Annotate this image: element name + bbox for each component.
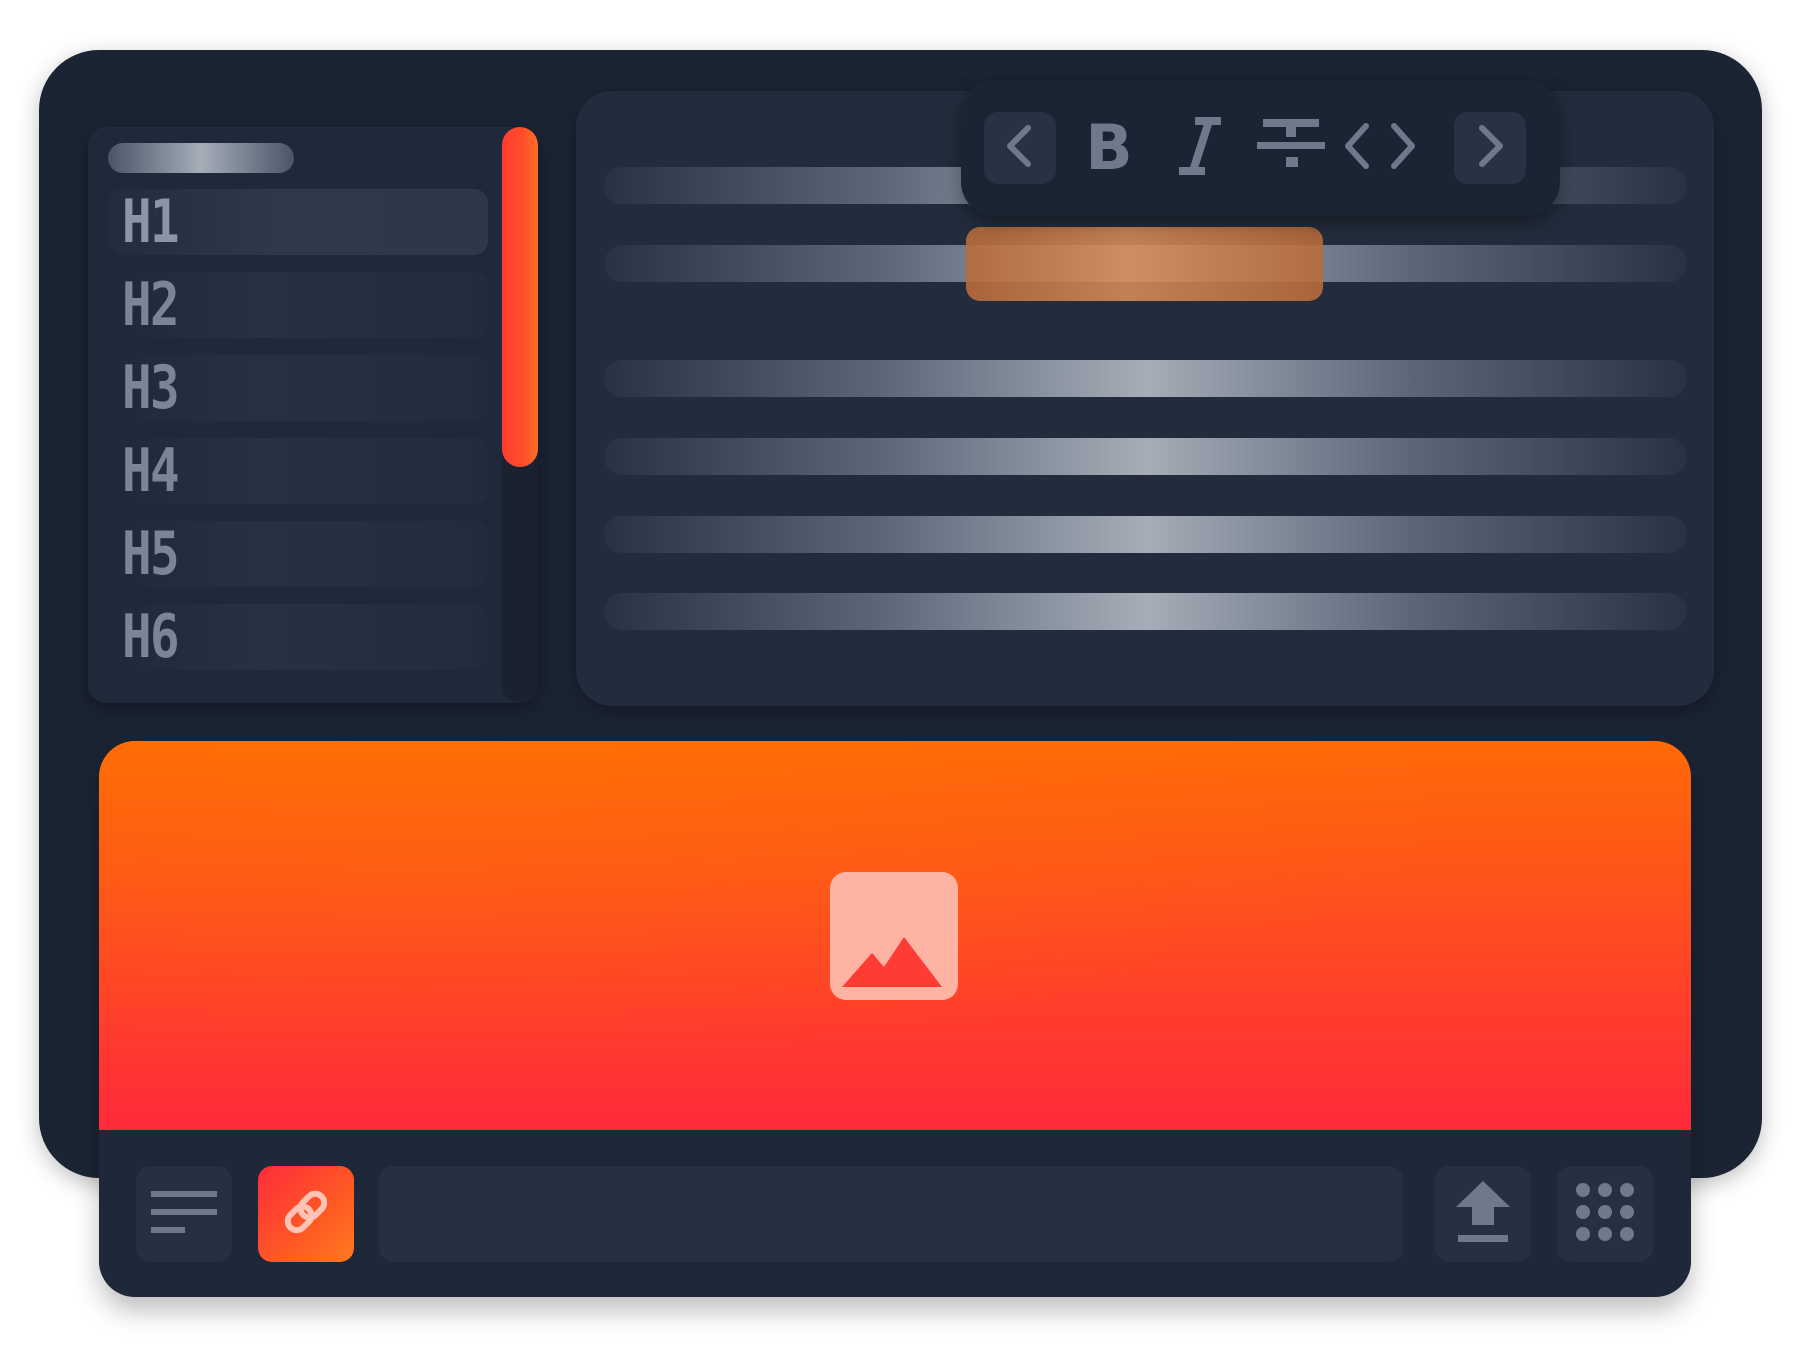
upload-icon <box>1456 1181 1510 1247</box>
strikethrough-button[interactable] <box>1255 112 1327 184</box>
toolbar-next-button[interactable] <box>1454 112 1526 184</box>
heading-option-h4[interactable]: H4 <box>108 436 488 506</box>
code-icon <box>1342 122 1418 174</box>
text-line-placeholder <box>604 360 1687 397</box>
heading-label: H6 <box>122 602 180 672</box>
scrollbar-thumb[interactable] <box>502 127 538 467</box>
heading-label: H2 <box>122 270 180 340</box>
image-icon <box>830 872 958 1000</box>
heading-option-h6[interactable]: H6 <box>108 602 488 672</box>
align-button[interactable] <box>136 1166 232 1262</box>
strikethrough-icon <box>1257 117 1325 179</box>
heading-option-h5[interactable]: H5 <box>108 519 488 589</box>
headings-panel: H1 H2 H3 H4 H5 H6 <box>88 127 538 703</box>
heading-option-h3[interactable]: H3 <box>108 353 488 423</box>
italic-icon <box>1175 117 1223 179</box>
align-left-icon <box>151 1189 217 1239</box>
link-icon <box>280 1186 332 1242</box>
bold-button[interactable]: B <box>1073 112 1145 184</box>
heading-option-h1[interactable]: H1 <box>108 187 488 257</box>
text-selection-highlight[interactable] <box>966 227 1323 301</box>
heading-label: H1 <box>122 187 180 257</box>
text-line-placeholder <box>604 593 1687 630</box>
text-line-placeholder <box>604 438 1687 475</box>
text-line-placeholder <box>604 516 1687 553</box>
link-button[interactable] <box>258 1166 354 1262</box>
panel-title-placeholder <box>108 143 294 173</box>
heading-label: H4 <box>122 436 180 506</box>
chevron-left-icon <box>1002 124 1038 172</box>
format-toolbar: B <box>961 80 1560 216</box>
heading-option-h2[interactable]: H2 <box>108 270 488 340</box>
heading-label: H5 <box>122 519 180 589</box>
toolbar-prev-button[interactable] <box>984 112 1056 184</box>
upload-button[interactable] <box>1435 1166 1531 1262</box>
code-button[interactable] <box>1344 112 1416 184</box>
heading-label: H3 <box>122 353 180 423</box>
grid-icon <box>1575 1182 1635 1246</box>
image-options-bar <box>99 1130 1691 1297</box>
bold-icon: B <box>1085 111 1133 184</box>
link-url-input[interactable] <box>379 1166 1403 1262</box>
image-embed-card <box>99 741 1691 1297</box>
image-preview[interactable] <box>99 741 1691 1130</box>
italic-button[interactable] <box>1163 112 1235 184</box>
more-options-button[interactable] <box>1557 1166 1653 1262</box>
chevron-right-icon <box>1472 124 1508 172</box>
